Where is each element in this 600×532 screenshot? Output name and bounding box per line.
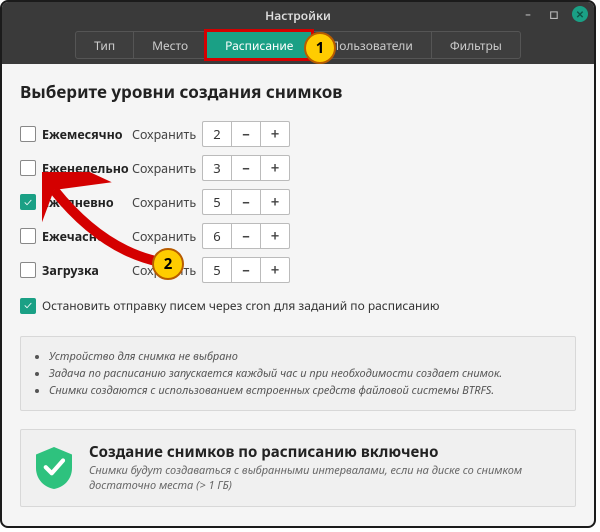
stepper-monthly: 2 – + [202, 121, 290, 147]
checkbox-boot[interactable] [20, 262, 36, 278]
checkbox-weekly[interactable] [20, 160, 36, 176]
stepper-plus[interactable]: + [260, 155, 290, 181]
tab-schedule[interactable]: Расписание [206, 31, 312, 59]
maximize-button[interactable]: ◻ [546, 6, 562, 22]
stepper-plus[interactable]: + [260, 223, 290, 249]
stepper-value[interactable]: 5 [202, 189, 231, 215]
stepper-plus[interactable]: + [260, 257, 290, 283]
stepper-hourly: 6 – + [202, 223, 290, 249]
info-item: Снимки создаются с использованием встрое… [49, 383, 561, 398]
window-title: Настройки [265, 7, 331, 24]
level-row-boot: Загрузка Сохранить 5 – + [20, 253, 576, 287]
stepper-value[interactable]: 3 [202, 155, 231, 181]
checkbox-daily[interactable] [20, 194, 36, 210]
info-item: Устройство для снимка не выбрано [49, 349, 561, 364]
stop-email-row: Остановить отправку писем через cron для… [20, 297, 576, 314]
content-area: Выберите уровни создания снимков Ежемеся… [2, 64, 594, 521]
tab-type[interactable]: Тип [75, 31, 134, 59]
stepper-daily: 5 – + [202, 189, 290, 215]
info-item: Задача по расписанию запускается каждый … [49, 366, 561, 381]
tab-filters[interactable]: Фильтры [431, 31, 521, 59]
stepper-plus[interactable]: + [260, 189, 290, 215]
stepper-minus[interactable]: – [231, 257, 260, 283]
checkbox-stop-email[interactable] [20, 298, 36, 314]
level-row-monthly: Ежемесячно Сохранить 2 – + [20, 117, 576, 151]
stepper-minus[interactable]: – [231, 121, 260, 147]
stepper-minus[interactable]: – [231, 223, 260, 249]
info-box: Устройство для снимка не выбрано Задача … [20, 336, 576, 411]
close-button[interactable]: ✕ [572, 6, 588, 22]
window-controls: – ◻ ✕ [520, 6, 588, 22]
level-row-weekly: Еженедельно Сохранить 3 – + [20, 151, 576, 185]
page-heading: Выберите уровни создания снимков [20, 80, 576, 103]
label-daily: Ежедневно [42, 194, 114, 211]
titlebar: Настройки – ◻ ✕ [2, 2, 594, 28]
level-row-daily: Ежедневно Сохранить 5 – + [20, 185, 576, 219]
label-weekly: Еженедельно [42, 160, 129, 177]
stepper-value[interactable]: 6 [202, 223, 231, 249]
status-desc: Снимки будут создаваться с выбранными ин… [89, 464, 561, 494]
annotation-marker-2: 2 [152, 248, 184, 280]
status-box: Создание снимков по расписанию включено … [20, 429, 576, 507]
keep-label: Сохранить [132, 228, 202, 245]
label-monthly: Ежемесячно [42, 126, 123, 143]
label-boot: Загрузка [42, 262, 99, 279]
status-text: Создание снимков по расписанию включено … [89, 442, 561, 494]
stepper-weekly: 3 – + [202, 155, 290, 181]
keep-label: Сохранить [132, 194, 202, 211]
minimize-button[interactable]: – [520, 6, 536, 22]
stepper-value[interactable]: 2 [202, 121, 231, 147]
stop-email-label: Остановить отправку писем через cron для… [42, 297, 439, 314]
stepper-plus[interactable]: + [260, 121, 290, 147]
stepper-minus[interactable]: – [231, 155, 260, 181]
stepper-minus[interactable]: – [231, 189, 260, 215]
stepper-boot: 5 – + [202, 257, 290, 283]
checkbox-monthly[interactable] [20, 126, 36, 142]
status-title: Создание снимков по расписанию включено [89, 442, 561, 462]
tab-location[interactable]: Место [133, 31, 207, 59]
keep-label: Сохранить [132, 160, 202, 177]
tabbar: Тип Место Расписание Пользователи Фильтр… [2, 28, 594, 64]
checkbox-hourly[interactable] [20, 228, 36, 244]
shield-check-icon [35, 447, 73, 489]
annotation-marker-1: 1 [304, 32, 336, 64]
settings-window: Настройки – ◻ ✕ Тип Место Расписание Пол… [0, 0, 596, 528]
label-hourly: Ежечасно [42, 228, 105, 245]
keep-label: Сохранить [132, 126, 202, 143]
level-row-hourly: Ежечасно Сохранить 6 – + [20, 219, 576, 253]
stepper-value[interactable]: 5 [202, 257, 231, 283]
